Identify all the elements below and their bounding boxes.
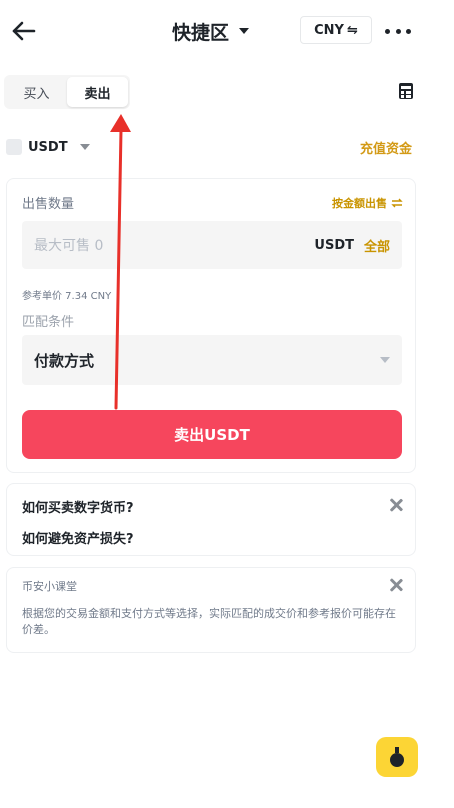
recharge-link[interactable]: 充值资金 bbox=[360, 138, 412, 157]
faq-item[interactable]: 如何买卖数字货币? bbox=[22, 497, 134, 516]
tab-buy[interactable]: 买入 bbox=[6, 77, 67, 107]
asset-name: USDT bbox=[28, 139, 68, 155]
sell-amount-input[interactable]: 最大可售 0 USDT 全部 bbox=[22, 221, 402, 269]
match-conditions-label: 匹配条件 bbox=[22, 315, 75, 330]
sell-by-amount-label: 按金额出售 bbox=[332, 197, 387, 210]
sell-all-button[interactable]: 全部 bbox=[364, 236, 390, 255]
tips-card: 币安小课堂 根据您的交易金额和支付方式等选择，实际匹配的成交价和参考报价可能存在… bbox=[6, 567, 416, 653]
close-icon[interactable] bbox=[389, 578, 403, 592]
tab-sell[interactable]: 卖出 bbox=[67, 77, 128, 107]
sell-usdt-button[interactable]: 卖出USDT bbox=[22, 410, 402, 459]
reward-icon bbox=[389, 747, 405, 767]
swap-icon bbox=[391, 198, 403, 208]
sell-by-amount-toggle[interactable]: 按金额出售 bbox=[332, 195, 403, 211]
sell-form-card: 出售数量 按金额出售 最大可售 0 USDT 全部 参考单价 7.34 CNY … bbox=[6, 178, 416, 473]
top-bar: 快捷区 CNY ⇋ bbox=[0, 0, 454, 62]
caret-down-icon bbox=[239, 28, 250, 34]
caret-down-icon bbox=[380, 357, 390, 363]
currency-switch-button[interactable]: CNY ⇋ bbox=[300, 16, 372, 44]
currency-label: CNY bbox=[314, 22, 344, 38]
payment-method-select[interactable]: 付款方式 bbox=[22, 335, 402, 385]
amount-unit: USDT bbox=[314, 237, 354, 253]
coin-icon bbox=[6, 139, 22, 155]
calculator-icon[interactable] bbox=[399, 83, 413, 99]
faq-item[interactable]: 如何避免资产损失? bbox=[22, 528, 134, 547]
close-icon[interactable] bbox=[389, 498, 403, 512]
tips-title: 币安小课堂 bbox=[22, 580, 77, 593]
faq-card: 如何买卖数字货币? 如何避免资产损失? bbox=[6, 483, 416, 556]
caret-down-icon bbox=[79, 144, 90, 150]
market-selector[interactable]: 快捷区 bbox=[172, 18, 250, 44]
quantity-label: 出售数量 bbox=[22, 197, 75, 212]
asset-selector[interactable]: USDT bbox=[6, 137, 90, 157]
amount-placeholder: 最大可售 0 bbox=[34, 238, 104, 254]
page-title: 快捷区 bbox=[172, 21, 230, 44]
trade-side-tabs: 买入 卖出 bbox=[4, 75, 130, 109]
reference-price: 参考单价 7.34 CNY bbox=[22, 291, 112, 302]
swap-icon: ⇋ bbox=[346, 22, 358, 38]
reward-button[interactable] bbox=[376, 737, 418, 777]
tips-body: 根据您的交易金额和支付方式等选择，实际匹配的成交价和参考报价可能存在价差。 bbox=[22, 607, 396, 636]
back-arrow-icon[interactable] bbox=[10, 18, 38, 44]
more-dots-icon[interactable] bbox=[385, 22, 411, 40]
payment-method-label: 付款方式 bbox=[34, 351, 95, 370]
